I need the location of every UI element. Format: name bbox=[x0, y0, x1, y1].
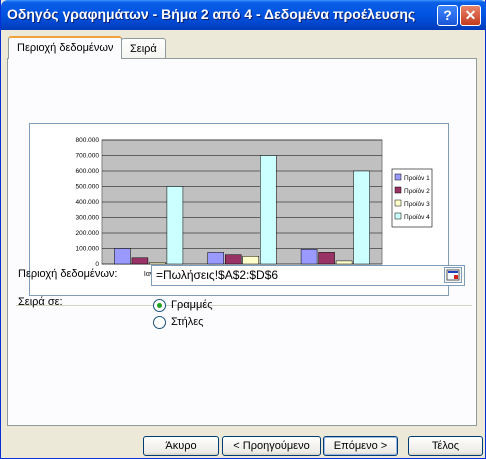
y-tick-label: 700.000 bbox=[76, 153, 100, 160]
y-tick-label: 600.000 bbox=[76, 168, 100, 175]
series-in-label: Σειρά σε: bbox=[18, 296, 63, 308]
bar bbox=[225, 254, 242, 265]
y-tick-label: 300.000 bbox=[76, 215, 100, 222]
columns-label[interactable]: Στήλες bbox=[171, 316, 203, 328]
y-tick-label: 100.000 bbox=[76, 246, 100, 253]
title-bar[interactable]: Οδηγός γραφημάτων - Βήμα 2 από 4 - Δεδομ… bbox=[1, 0, 486, 30]
legend-swatch bbox=[394, 199, 402, 207]
legend-swatch bbox=[394, 173, 402, 181]
tab-panel: 0 100.000 200.000 300.000 400.000 500.000 600.… bbox=[7, 58, 477, 426]
bar bbox=[242, 256, 259, 265]
finish-button[interactable]: Τέλος bbox=[408, 436, 483, 456]
rows-label[interactable]: Γραμμές bbox=[171, 299, 213, 311]
window-title: Οδηγός γραφημάτων - Βήμα 2 από 4 - Δεδομ… bbox=[7, 6, 416, 22]
collapse-dialog-button[interactable] bbox=[444, 267, 462, 283]
columns-radio[interactable] bbox=[153, 316, 166, 329]
data-range-input[interactable]: =Πωλήσεις!$A$2:$D$6 bbox=[151, 265, 465, 286]
range-select-icon bbox=[446, 269, 460, 281]
legend-label: Προϊόν 2 bbox=[404, 187, 430, 195]
bar bbox=[114, 248, 131, 265]
legend-label: Προϊόν 1 bbox=[404, 174, 430, 182]
bar bbox=[335, 260, 353, 265]
bar bbox=[260, 155, 277, 265]
close-button[interactable]: ✕ bbox=[460, 5, 481, 26]
bar bbox=[353, 170, 370, 265]
rows-radio[interactable] bbox=[153, 299, 166, 312]
next-button[interactable]: Επόμενο > bbox=[323, 436, 398, 456]
cancel-button[interactable]: Άκυρο bbox=[143, 436, 219, 456]
tab-series[interactable]: Σειρά bbox=[121, 38, 166, 60]
bar bbox=[166, 186, 184, 265]
y-tick-label: 400.000 bbox=[76, 199, 100, 206]
y-tick-label: 0 bbox=[95, 261, 99, 268]
bar bbox=[149, 262, 166, 265]
back-button[interactable]: < Προηγούμενο bbox=[222, 436, 321, 456]
help-button[interactable]: ? bbox=[437, 5, 458, 26]
bar bbox=[318, 252, 335, 265]
bar bbox=[131, 257, 149, 265]
bar bbox=[207, 252, 224, 265]
tab-data-range[interactable]: Περιοχή δεδομένων bbox=[8, 36, 123, 59]
bar bbox=[300, 249, 318, 265]
y-tick-label: 800.000 bbox=[76, 137, 100, 144]
legend-swatch bbox=[394, 212, 402, 220]
legend-swatch bbox=[394, 186, 402, 194]
y-tick-label: 200.000 bbox=[76, 230, 100, 237]
legend-label: Προϊόν 3 bbox=[404, 200, 430, 208]
legend-label: Προϊόν 4 bbox=[404, 213, 430, 221]
data-range-label: Περιοχή δεδομένων: bbox=[18, 268, 118, 280]
chart-wizard-dialog: Οδηγός γραφημάτων - Βήμα 2 από 4 - Δεδομ… bbox=[0, 0, 486, 459]
separator bbox=[16, 305, 472, 307]
y-tick-label: 500.000 bbox=[76, 184, 100, 191]
